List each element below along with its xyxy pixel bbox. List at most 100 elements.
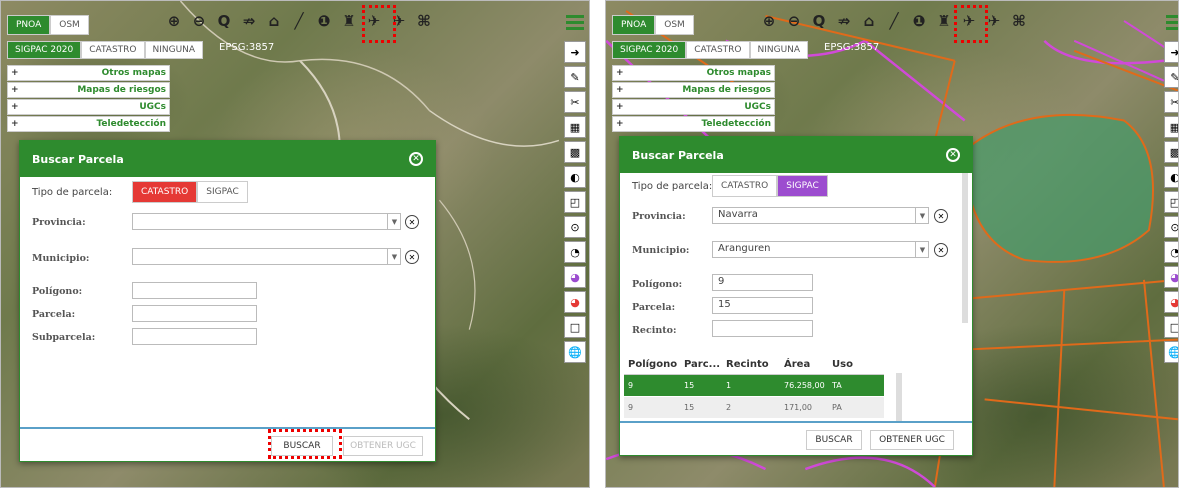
info-icon[interactable]: ❶ (908, 9, 930, 33)
chevron-down-icon[interactable]: ▼ (915, 208, 929, 223)
chevron-down-icon[interactable]: ▼ (387, 214, 401, 229)
dialog-scrollbar[interactable] (962, 173, 968, 323)
info-icon[interactable]: ❶ (313, 9, 335, 33)
basemap-toggle[interactable]: PNOA OSM (7, 15, 89, 35)
accordion-otros-mapas[interactable]: + Otros mapas (7, 65, 170, 81)
export-icon[interactable]: ➜ (1164, 41, 1178, 63)
municipio-select[interactable] (132, 248, 401, 265)
tipo-catastro[interactable]: CATASTRO (132, 181, 198, 203)
basemap-toggle[interactable]: PNOA OSM (612, 15, 694, 35)
poligono-input[interactable]: 9 (712, 274, 813, 291)
basemap-osm[interactable]: OSM (50, 15, 89, 35)
close-icon[interactable]: ✕ (409, 152, 423, 166)
accordion-mapas-riesgos[interactable]: + Mapas de riesgos (612, 82, 775, 98)
target-icon[interactable]: ⊙ (1164, 216, 1178, 238)
layer-catastro[interactable]: CATASTRO (81, 41, 145, 59)
zoom-in-icon[interactable]: ⊕ (163, 9, 185, 33)
layer-sigpac[interactable]: SIGPAC 2020 (612, 41, 687, 59)
drone-icon[interactable]: ⌘ (1008, 9, 1030, 33)
zoom-out-icon[interactable]: ⊖ (188, 9, 210, 33)
scissors-icon[interactable]: ✂ (564, 91, 586, 113)
col-uso[interactable]: Uso (832, 359, 872, 370)
globe-icon[interactable]: 🌐 (1164, 341, 1178, 363)
tipo-segmented[interactable]: CATASTRO SIGPAC (712, 175, 828, 197)
layer-tabs[interactable]: SIGPAC 2020 CATASTRO NINGUNA (7, 41, 204, 59)
export-icon[interactable]: ➜ (564, 41, 586, 63)
poligono-input[interactable] (132, 282, 257, 299)
polygon-icon[interactable]: ⌂ (263, 9, 285, 33)
filter-icon[interactable]: ⇏ (833, 9, 855, 33)
pencil-icon[interactable]: ✎ (564, 66, 586, 88)
image-icon[interactable]: ▦ (1164, 116, 1178, 138)
col-parcela[interactable]: Parc... (684, 359, 726, 370)
accordion-ugcs[interactable]: + UGCs (612, 99, 775, 115)
accordion-ugcs[interactable]: + UGCs (7, 99, 170, 115)
clear-provincia-icon[interactable]: ✕ (934, 209, 948, 223)
accordion-otros-mapas[interactable]: + Otros mapas (612, 65, 775, 81)
zoom-in-icon[interactable]: ⊕ (758, 9, 780, 33)
zoom-out-icon[interactable]: ⊖ (783, 9, 805, 33)
basemap-pnoa[interactable]: PNOA (7, 15, 51, 35)
globe-icon[interactable]: 🌐 (564, 341, 586, 363)
parcela-input[interactable] (132, 305, 257, 322)
zoom-extent-icon[interactable]: Q (808, 9, 830, 33)
satellite-info-icon[interactable]: ✈ (388, 9, 410, 33)
layer-sigpac[interactable]: SIGPAC 2020 (7, 41, 82, 59)
shape-purple-icon[interactable]: ◕ (1164, 266, 1178, 288)
frame-icon[interactable]: ◰ (564, 191, 586, 213)
layer-tabs[interactable]: SIGPAC 2020 CATASTRO NINGUNA (612, 41, 809, 59)
municipio-select[interactable]: Aranguren (712, 241, 929, 258)
zoom-extent-icon[interactable]: Q (213, 9, 235, 33)
square-icon[interactable]: □ (564, 316, 586, 338)
compass-icon[interactable]: ◐ (564, 166, 586, 188)
accordion-teledeteccion[interactable]: + Teledetección (612, 116, 775, 132)
shape-red-icon[interactable]: ◕ (1164, 291, 1178, 313)
basemap-pnoa[interactable]: PNOA (612, 15, 656, 35)
clear-municipio-icon[interactable]: ✕ (405, 250, 419, 264)
shape-gray-icon[interactable]: ◔ (1164, 241, 1178, 263)
satellite-info-icon[interactable]: ✈ (983, 9, 1005, 33)
satellite-icon[interactable]: ✈ (363, 9, 385, 33)
layer-catastro[interactable]: CATASTRO (686, 41, 750, 59)
shape-purple-icon[interactable]: ◕ (564, 266, 586, 288)
tipo-catastro[interactable]: CATASTRO (712, 175, 778, 197)
satellite-icon[interactable]: ✈ (958, 9, 980, 33)
col-area[interactable]: Área (784, 359, 832, 370)
provincia-select[interactable]: Navarra (712, 207, 929, 224)
clear-municipio-icon[interactable]: ✕ (934, 243, 948, 257)
recinto-input[interactable] (712, 320, 813, 337)
binoculars-icon[interactable]: ♜ (338, 9, 360, 33)
polygon-icon[interactable]: ⌂ (858, 9, 880, 33)
chevron-down-icon[interactable]: ▼ (915, 242, 929, 257)
obtener-ugc-button[interactable]: OBTENER UGC (343, 436, 423, 456)
ruler-icon[interactable]: ╱ (288, 9, 310, 33)
table-row[interactable]: 9 15 2 171,00 PA (624, 397, 884, 419)
subparcela-input[interactable] (132, 328, 257, 345)
accordion-mapas-riesgos[interactable]: + Mapas de riesgos (7, 82, 170, 98)
obtener-ugc-button[interactable]: OBTENER UGC (870, 430, 954, 450)
buscar-button[interactable]: BUSCAR (271, 436, 333, 456)
close-icon[interactable]: ✕ (946, 148, 960, 162)
clear-provincia-icon[interactable]: ✕ (405, 215, 419, 229)
buscar-button[interactable]: BUSCAR (806, 430, 862, 450)
shape-gray-icon[interactable]: ◔ (564, 241, 586, 263)
frame-icon[interactable]: ◰ (1164, 191, 1178, 213)
pencil-icon[interactable]: ✎ (1164, 66, 1178, 88)
chevron-down-icon[interactable]: ▼ (387, 249, 401, 264)
scissors-icon[interactable]: ✂ (1164, 91, 1178, 113)
filter-icon[interactable]: ⇏ (238, 9, 260, 33)
basemap-osm[interactable]: OSM (655, 15, 694, 35)
compass-icon[interactable]: ◐ (1164, 166, 1178, 188)
col-recinto[interactable]: Recinto (726, 359, 784, 370)
table-row[interactable]: 9 15 1 76.258,00 TA (624, 375, 884, 397)
tipo-sigpac[interactable]: SIGPAC (197, 181, 248, 203)
tipo-sigpac[interactable]: SIGPAC (777, 175, 828, 197)
binoculars-icon[interactable]: ♜ (933, 9, 955, 33)
target-icon[interactable]: ⊙ (564, 216, 586, 238)
accordion-teledeteccion[interactable]: + Teledetección (7, 116, 170, 132)
col-poligono[interactable]: Polígono (624, 359, 684, 370)
image-icon[interactable]: ▦ (564, 116, 586, 138)
table-scrollbar[interactable] (896, 373, 902, 423)
ruler-icon[interactable]: ╱ (883, 9, 905, 33)
square-icon[interactable]: □ (1164, 316, 1178, 338)
